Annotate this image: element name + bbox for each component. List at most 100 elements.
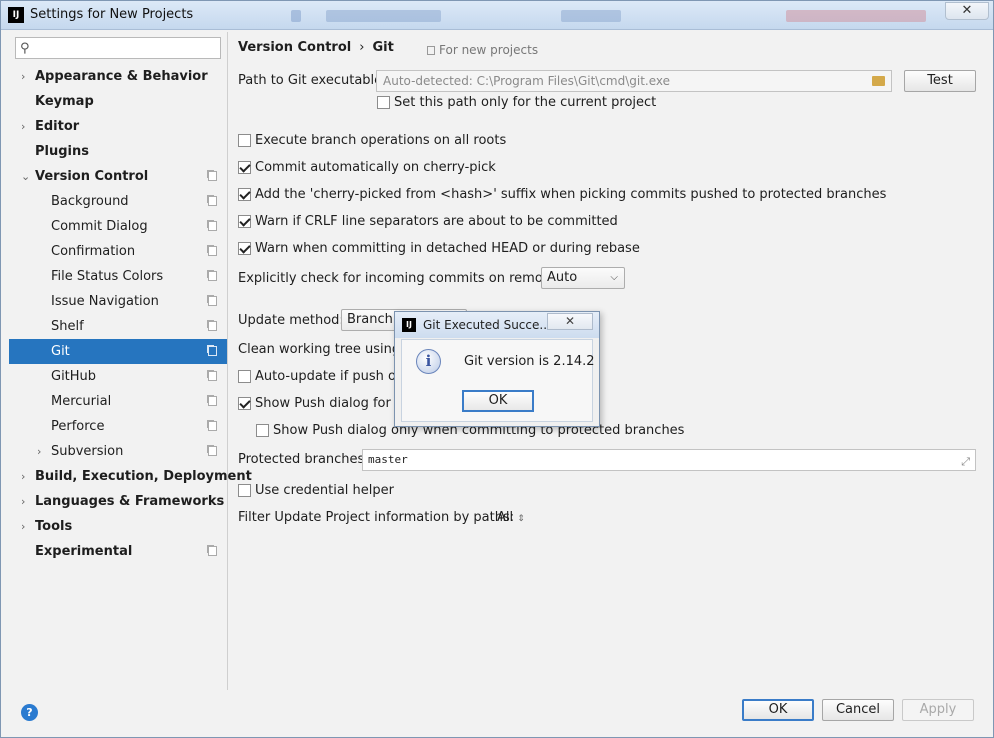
checkbox-label: Auto-update if push of t (255, 369, 410, 384)
project-level-icon (208, 271, 217, 281)
dialog-title-bar: IJ Git Executed Succe... ✕ (395, 312, 599, 338)
chevron-down-icon[interactable]: ⌄ (21, 164, 30, 189)
checkbox-box[interactable] (377, 96, 390, 109)
breadcrumb-separator: › (359, 40, 365, 55)
checkbox-label: Add the 'cherry-picked from <hash>' suff… (255, 187, 887, 202)
chevron-right-icon[interactable]: › (21, 489, 25, 514)
sidebar-item-version-control[interactable]: ⌄ Version Control (9, 164, 227, 189)
breadcrumb-parent[interactable]: Version Control (238, 40, 351, 55)
dialog-body: i Git version is 2.14.2 OK (401, 339, 595, 422)
filter-paths-dropdown[interactable]: All ⇕ (497, 510, 525, 525)
chevron-right-icon[interactable]: › (21, 64, 25, 89)
ok-button[interactable]: OK (742, 699, 814, 721)
sidebar-item-confirmation[interactable]: Confirmation (9, 239, 227, 264)
sidebar-item-perforce[interactable]: Perforce (9, 414, 227, 439)
breadcrumb: Version Control › Git (238, 40, 394, 55)
sidebar-item-label: Tools (35, 519, 73, 534)
dialog-message: Git version is 2.14.2 (464, 354, 595, 369)
background-blur (561, 10, 621, 22)
checkbox-label: Set this path only for the current proje… (394, 95, 657, 110)
checkbox-label: Execute branch operations on all roots (255, 133, 507, 148)
sidebar-item-editor[interactable]: › Editor (9, 114, 227, 139)
background-blur (291, 10, 301, 22)
sidebar-item-label: Build, Execution, Deployment (35, 469, 252, 484)
sidebar-item-label: Commit Dialog (51, 219, 148, 234)
sidebar-item-label: Plugins (35, 144, 89, 159)
sidebar-item-subversion[interactable]: › Subversion (9, 439, 227, 464)
help-icon[interactable]: ? (21, 704, 38, 721)
incoming-commits-dropdown[interactable]: Auto ⌵ (541, 267, 625, 289)
checkbox-box[interactable] (256, 424, 269, 437)
sidebar-item-experimental[interactable]: Experimental (9, 539, 227, 564)
project-level-icon (208, 171, 217, 181)
sidebar-item-keymap[interactable]: Keymap (9, 89, 227, 114)
scope-label: For new projects (427, 43, 538, 57)
sidebar-item-label: GitHub (51, 369, 97, 384)
sidebar-item-languages-frameworks[interactable]: › Languages & Frameworks (9, 489, 227, 514)
checkbox-box[interactable] (238, 161, 251, 174)
sidebar-item-git[interactable]: Git (9, 339, 227, 364)
title-bar: IJ Settings for New Projects ✕ (1, 1, 993, 30)
project-level-icon (208, 296, 217, 306)
sidebar-item-label: Languages & Frameworks (35, 494, 225, 509)
sidebar-item-label: Appearance & Behavior (35, 69, 208, 84)
sidebar-item-label: Shelf (51, 319, 84, 334)
dialog-ok-button[interactable]: OK (462, 390, 534, 412)
apply-button[interactable]: Apply (902, 699, 974, 721)
git-path-value: Auto-detected: C:\Program Files\Git\cmd\… (383, 74, 671, 88)
update-method-label: Update method: (238, 313, 344, 328)
sidebar-item-label: Experimental (35, 544, 133, 559)
checkbox-box[interactable] (238, 370, 251, 383)
settings-search-input[interactable] (38, 40, 216, 56)
sidebar-item-commit-dialog[interactable]: Commit Dialog (9, 214, 227, 239)
checkbox-box[interactable] (238, 134, 251, 147)
expand-icon[interactable]: ⤢ (961, 454, 970, 470)
settings-sidebar: ⚲ › Appearance & Behavior Keymap › Editor Plu… (9, 32, 252, 690)
checkbox-box[interactable] (238, 484, 251, 497)
window-close-button[interactable]: ✕ (945, 2, 989, 20)
sidebar-item-tools[interactable]: › Tools (9, 514, 227, 539)
sidebar-item-label: Version Control (35, 169, 149, 184)
dialog-close-button[interactable]: ✕ (547, 313, 593, 330)
folder-icon[interactable] (872, 76, 885, 86)
checkbox-box[interactable] (238, 242, 251, 255)
search-icon: ⚲ (20, 41, 30, 56)
sidebar-item-label: Issue Navigation (51, 294, 159, 309)
info-icon: i (416, 349, 441, 374)
updown-icon: ⇕ (517, 514, 525, 524)
chevron-right-icon[interactable]: › (21, 464, 25, 489)
sidebar-item-label: Editor (35, 119, 80, 134)
window-title: Settings for New Projects (30, 7, 194, 22)
background-blur (326, 10, 441, 22)
project-level-icon (208, 421, 217, 431)
sidebar-item-shelf[interactable]: Shelf (9, 314, 227, 339)
sidebar-item-build-execution-deployment[interactable]: › Build, Execution, Deployment (9, 464, 252, 489)
checkbox-box[interactable] (238, 215, 251, 228)
cancel-button[interactable]: Cancel (822, 699, 894, 721)
sidebar-item-label: Git (51, 344, 70, 359)
sidebar-item-appearance-behavior[interactable]: › Appearance & Behavior (9, 64, 227, 89)
settings-search-field[interactable]: ⚲ (15, 37, 221, 59)
dropdown-value: All (497, 510, 514, 525)
chevron-right-icon[interactable]: › (21, 514, 25, 539)
chevron-right-icon[interactable]: › (21, 114, 25, 139)
path-label: Path to Git executable: (238, 73, 387, 88)
git-path-field[interactable]: Auto-detected: C:\Program Files\Git\cmd\… (376, 70, 892, 92)
checkbox-box[interactable] (238, 188, 251, 201)
sidebar-item-label: Keymap (35, 94, 94, 109)
checkbox-box[interactable] (238, 397, 251, 410)
chevron-right-icon[interactable]: › (37, 439, 41, 464)
sidebar-item-background[interactable]: Background (9, 189, 227, 214)
sidebar-item-issue-navigation[interactable]: Issue Navigation (9, 289, 227, 314)
test-button[interactable]: Test (904, 70, 976, 92)
sidebar-item-label: Subversion (51, 444, 124, 459)
protected-branches-value: master (368, 453, 408, 466)
sidebar-item-file-status-colors[interactable]: File Status Colors (9, 264, 227, 289)
project-level-icon (208, 321, 217, 331)
project-level-icon (208, 371, 217, 381)
sidebar-item-label: Perforce (51, 419, 105, 434)
protected-branches-field[interactable]: master ⤢ (362, 449, 976, 471)
sidebar-item-mercurial[interactable]: Mercurial (9, 389, 227, 414)
sidebar-item-plugins[interactable]: Plugins (9, 139, 227, 164)
sidebar-item-github[interactable]: GitHub (9, 364, 227, 389)
